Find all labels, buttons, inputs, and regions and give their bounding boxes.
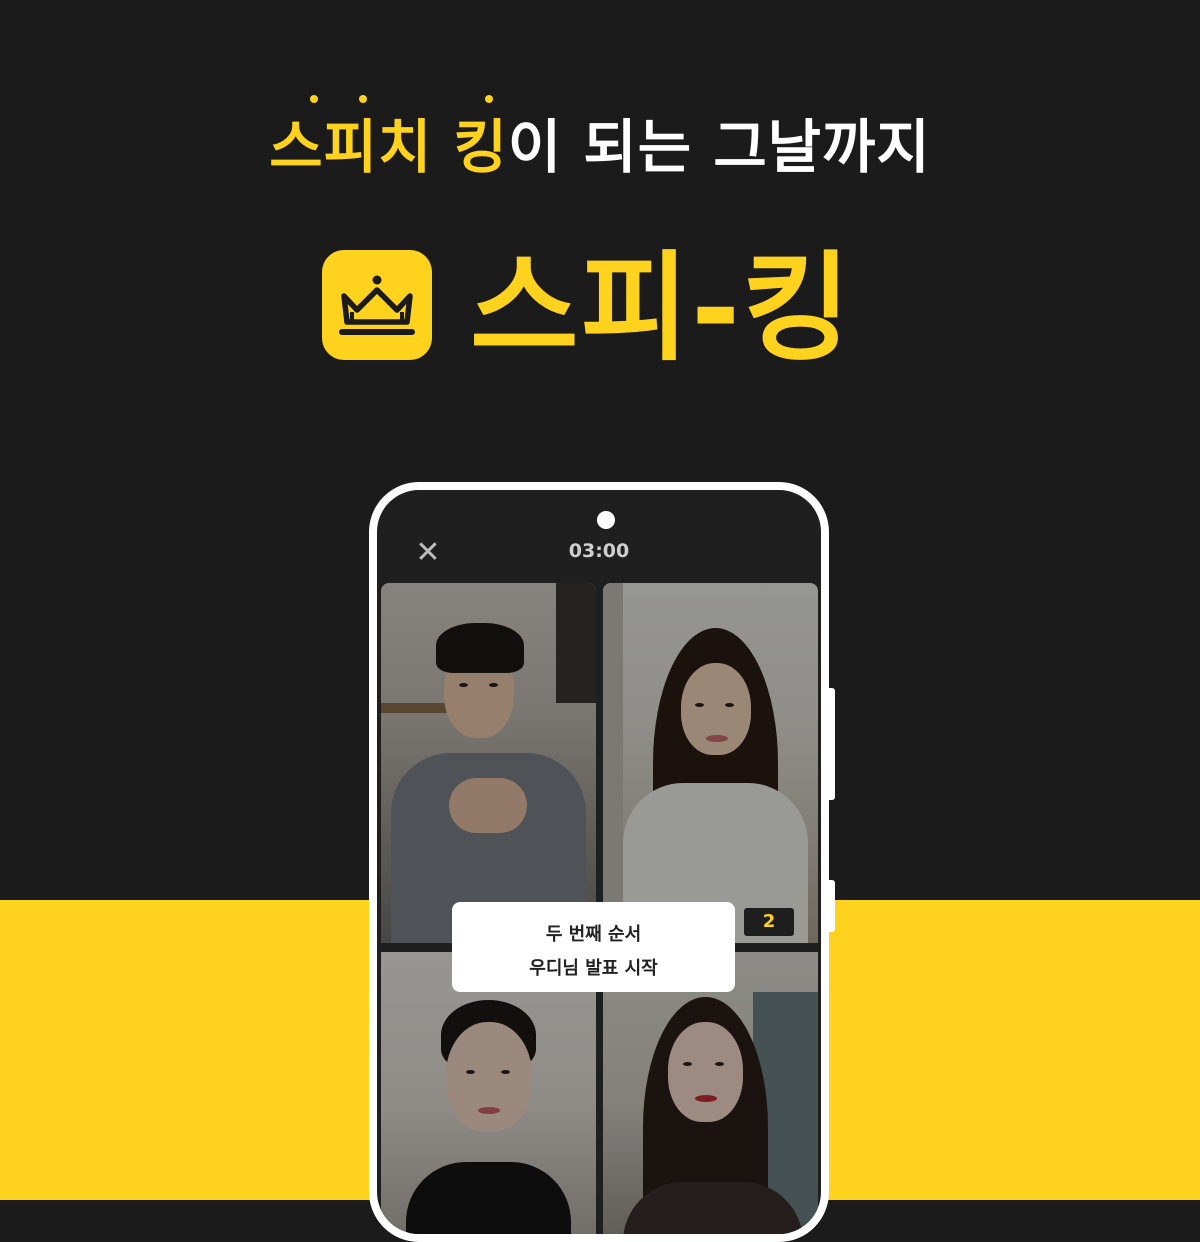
participant-video-3 [381, 952, 596, 1234]
phone-side-button [829, 688, 835, 800]
participant-video-1 [381, 583, 596, 943]
front-camera [597, 511, 615, 529]
participant-video-2 [603, 583, 818, 943]
phone-mockup: ✕ 03:00 2 두 번째 순서 우디님 발표 시작 [369, 482, 829, 1242]
app-name: 스피-킹 [470, 239, 853, 377]
toast-line-2: 우디님 발표 시작 [529, 958, 658, 979]
phone-side-button [829, 880, 835, 932]
order-badge: 2 [744, 908, 794, 936]
app-logo-icon [322, 250, 432, 360]
turn-notification-toast: 두 번째 순서 우디님 발표 시작 [452, 902, 735, 992]
tagline-highlight: 스피치 킹 [269, 113, 508, 181]
participant-video-4 [603, 952, 818, 1234]
emphasis-dots [0, 0, 1200, 110]
tagline-rest: 이 되는 그날까지 [507, 113, 931, 181]
crown-icon [339, 275, 415, 335]
toast-line-1: 두 번째 순서 [545, 924, 642, 945]
tagline: 스피치 킹이 되는 그날까지 [0, 100, 1200, 184]
timer: 03:00 [568, 540, 630, 562]
